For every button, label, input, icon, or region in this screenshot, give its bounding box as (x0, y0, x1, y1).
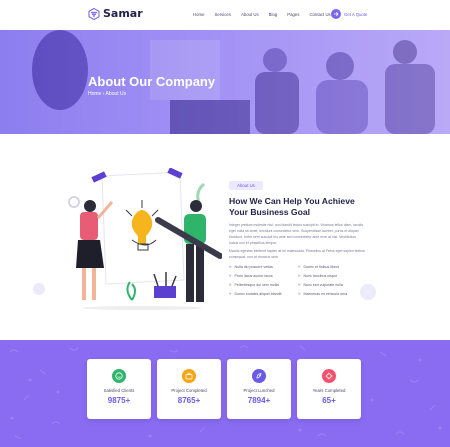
page-hero: About Our Company Home › About Us (0, 30, 450, 134)
breadcrumb-home[interactable]: Home (88, 91, 101, 97)
briefcase-icon (182, 369, 196, 383)
stat-card-projects-completed: Project Completed 8765+ (157, 359, 221, 419)
brand-name: Samar (103, 7, 143, 20)
nav-item-about[interactable]: About Us (241, 12, 259, 17)
feature-item: » Maecenas ex vehicula urna (298, 291, 365, 296)
nav-item-services[interactable]: Services (214, 12, 230, 17)
stat-label: Satisfied Clients (103, 388, 135, 393)
feature-item: » Donec et finibus libero (298, 264, 365, 269)
nav-item-home[interactable]: Home (193, 12, 204, 17)
feature-item: » Proin lacus auctor lacus (229, 273, 298, 278)
arrow-right-icon (331, 9, 341, 19)
stats-section: Satisfied Clients 9875+ Project Complete… (0, 340, 450, 447)
double-chevron-icon: » (298, 291, 301, 296)
feature-text: Proin lacus auctor lacus (234, 273, 273, 278)
hero-team-photo (0, 30, 450, 134)
page-title: About Our Company (88, 74, 216, 89)
double-chevron-icon: » (298, 264, 301, 269)
nav-item-blog[interactable]: Blog (269, 12, 278, 17)
rocket-icon (252, 369, 266, 383)
nav-item-pages[interactable]: Pages (287, 12, 299, 17)
double-chevron-icon: » (229, 273, 232, 278)
feature-list: » Nulla diu posuere veltas » Donec et fini… (229, 264, 365, 296)
feature-text: Nunc sed vulputate nulla (303, 282, 343, 287)
stat-card-years: Years Completed 65+ (297, 359, 361, 419)
happy-face-icon (112, 369, 126, 383)
breadcrumb-current: About Us (105, 91, 127, 97)
decorative-dot (360, 284, 376, 300)
feature-text: Maecenas ex vehicula urna (303, 291, 348, 296)
double-chevron-icon: » (229, 282, 232, 287)
stat-card-clients: Satisfied Clients 9875+ (87, 359, 151, 419)
stat-value: 9875+ (107, 396, 131, 405)
about-description: Integer pretium molestie nisl, non bland… (229, 222, 365, 262)
nav-item-contact[interactable]: Contact Us (309, 12, 330, 17)
stat-label: Project Completed (171, 388, 207, 393)
stat-value: 65+ (322, 396, 336, 405)
breadcrumb: Home › About Us (88, 91, 126, 97)
main-menu: Home Services About Us Blog Pages Contac… (193, 12, 341, 17)
get-quote-button[interactable]: Get A Quote (331, 9, 367, 19)
feature-text: Nulla diu posuere veltas (234, 264, 273, 269)
feature-text: Nunc faucibus neque (303, 273, 338, 278)
double-chevron-icon: » (298, 282, 301, 287)
logo[interactable]: Samar (88, 7, 143, 20)
feature-item: » Nunc faucibus neque (298, 273, 365, 278)
logo-hexagon-icon (88, 7, 100, 20)
about-tag: About Us (229, 181, 263, 190)
stat-card-projects-launched: Project Lunched 7894+ (227, 359, 291, 419)
double-chevron-icon: » (298, 273, 301, 278)
background-pattern (9, 345, 442, 440)
feature-text: Donec et finibus libero (303, 264, 340, 269)
stat-value: 8765+ (177, 396, 201, 405)
feature-item: » Donec sodales aliquet blandit (229, 291, 298, 296)
feature-text: Donec sodales aliquet blandit (234, 291, 282, 296)
top-navbar: Samar Home Services About Us Blog Pages … (0, 0, 450, 30)
double-chevron-icon: » (229, 291, 232, 296)
stat-label: Project Lunched (243, 388, 275, 393)
feature-item: » Pellentesque dui sem mollis (229, 282, 298, 287)
about-illustration (68, 168, 222, 310)
about-paragraph-2: Mauris egestas eleifend sapien at mi mal… (229, 249, 365, 259)
stat-value: 7894+ (247, 396, 271, 405)
feature-text: Pellentesque dui sem mollis (234, 282, 280, 287)
feature-item: » Nunc sed vulputate nulla (298, 282, 365, 287)
about-heading: How We Can Help You Achieve Your Busines… (229, 196, 355, 217)
gear-star-icon (322, 369, 336, 383)
about-paragraph-1: Integer pretium molestie nisl, non bland… (229, 223, 363, 245)
stat-label: Years Completed (312, 388, 346, 393)
decorative-dot (33, 283, 45, 295)
breadcrumb-separator: › (102, 91, 105, 97)
double-chevron-icon: » (229, 264, 232, 269)
get-quote-label: Get A Quote (344, 11, 368, 17)
feature-item: » Nulla diu posuere veltas (229, 264, 298, 269)
